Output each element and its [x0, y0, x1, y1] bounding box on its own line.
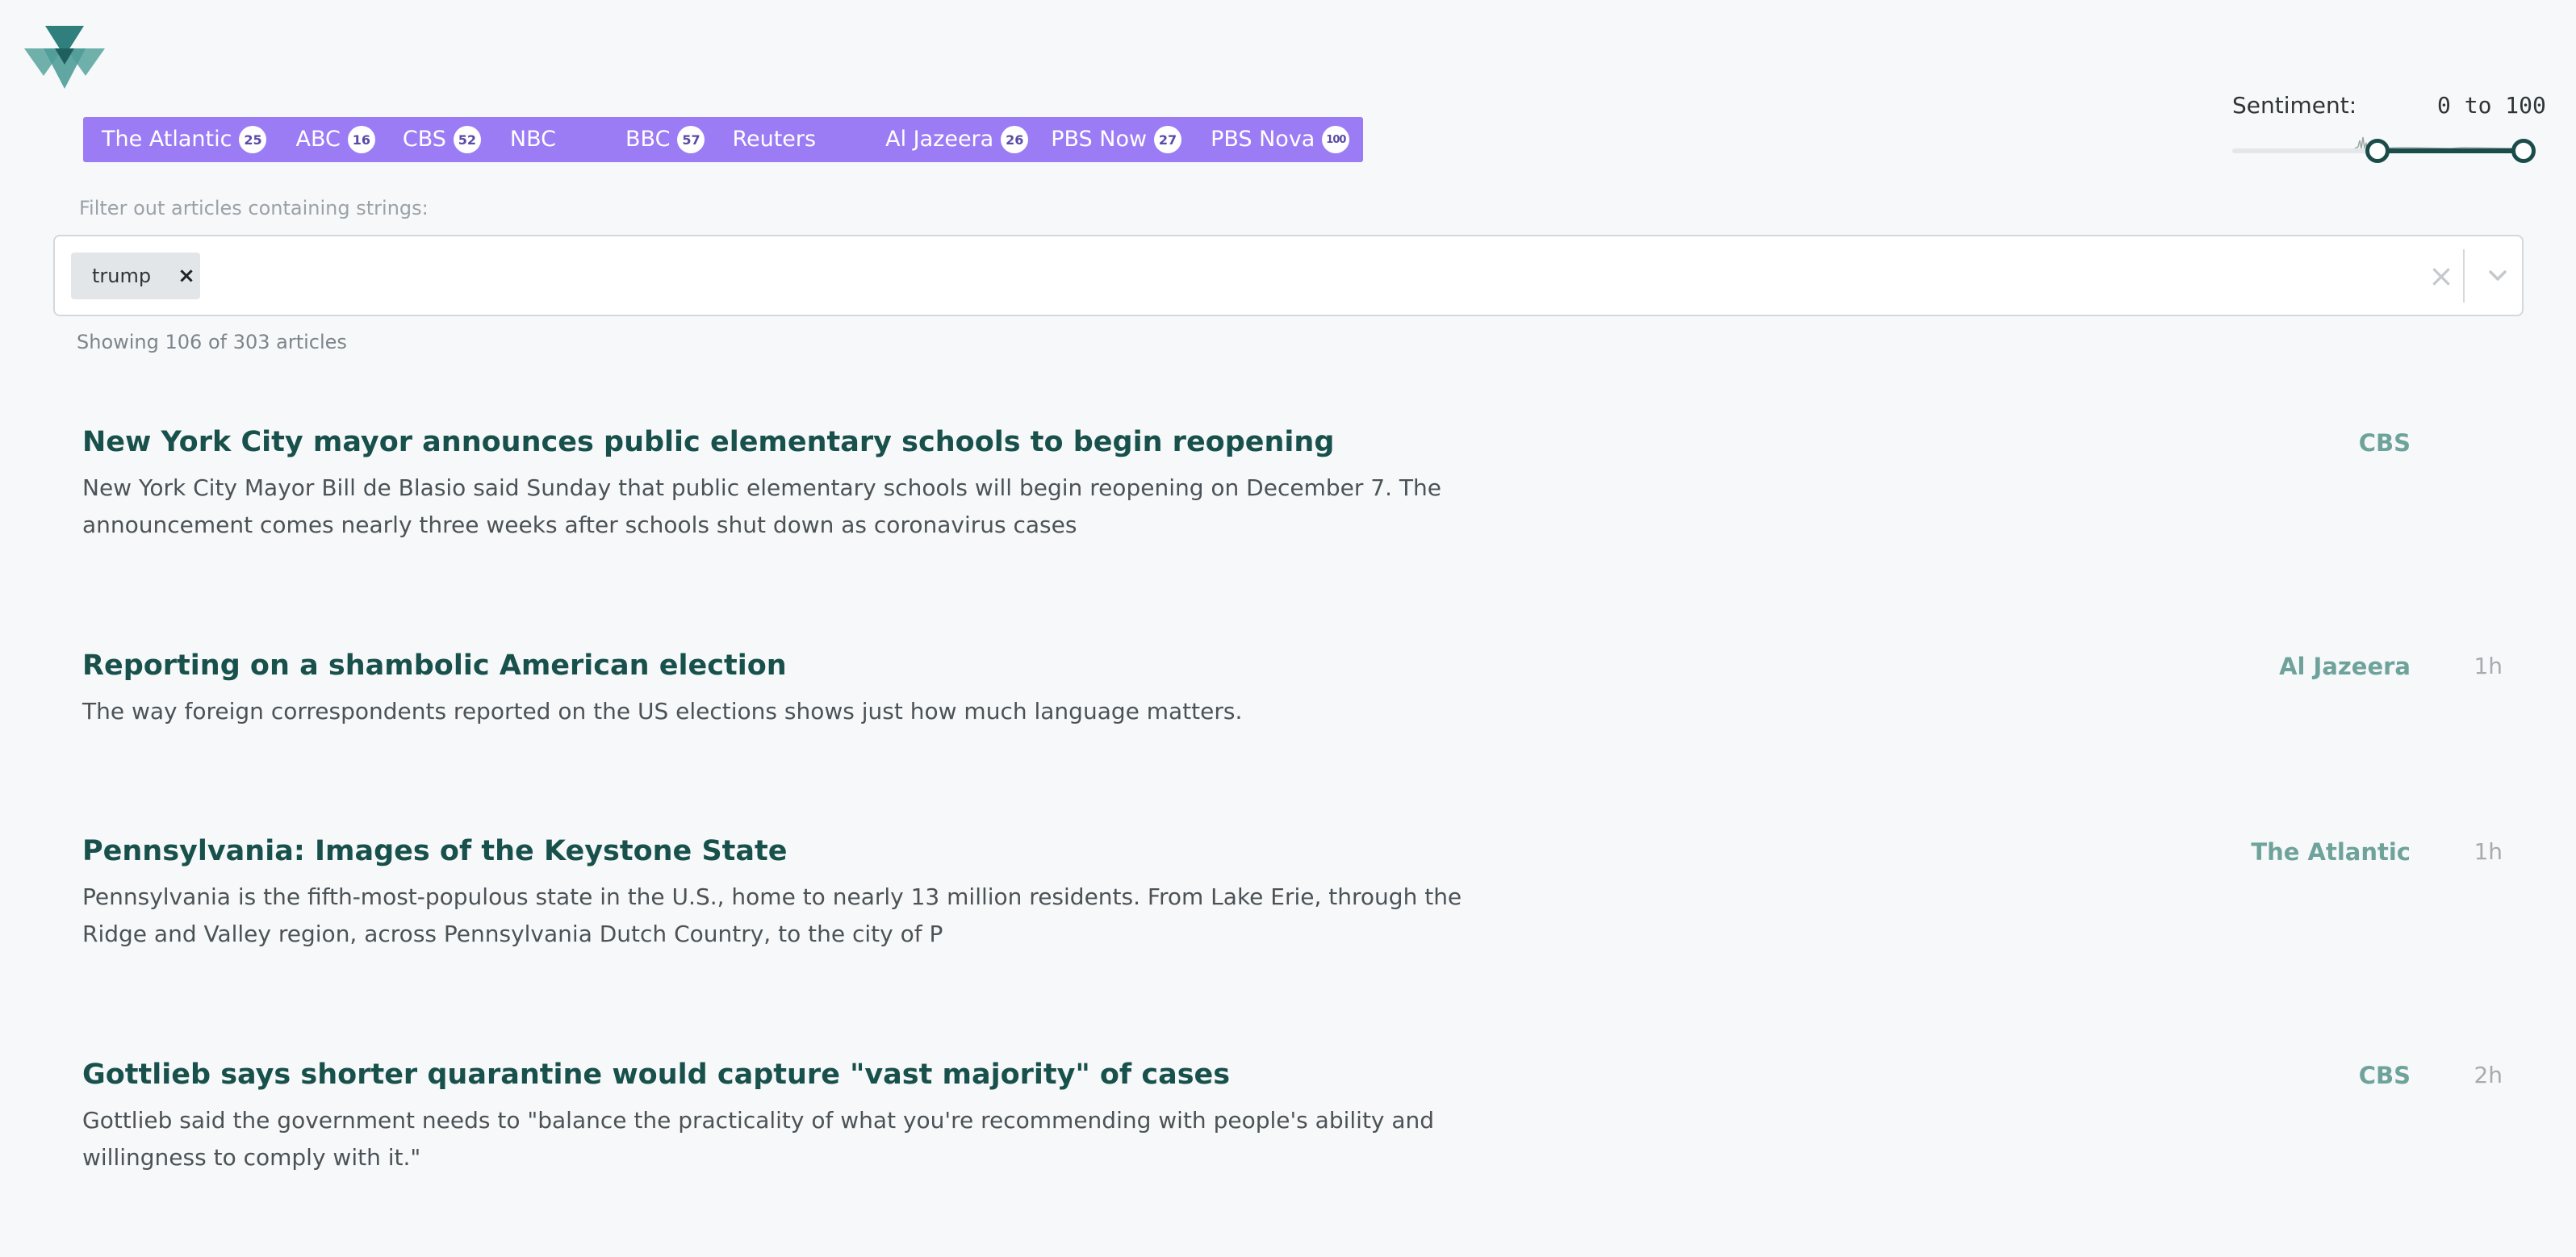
source-name: Reuters: [732, 127, 817, 152]
slider-high-handle[interactable]: [2511, 139, 2536, 163]
source-toggle-nbc[interactable]: NBC: [510, 117, 556, 162]
source-name: BBC: [625, 127, 671, 152]
article-summary: Pennsylvania is the fifth-most-populous …: [82, 883, 1462, 947]
source-count-badge: 16: [347, 126, 375, 153]
source-count-badge: 27: [1154, 126, 1182, 153]
source-name: PBS Nova: [1211, 127, 1315, 152]
article-source[interactable]: Al Jazeera: [2241, 653, 2411, 680]
source-toggle-cbs[interactable]: CBS 52: [403, 117, 481, 162]
sentiment-label: Sentiment:: [2232, 92, 2357, 119]
clear-all-icon[interactable]: ×: [2423, 257, 2460, 294]
article-time: 2h: [2474, 1062, 2503, 1088]
source-name: NBC: [509, 127, 557, 152]
source-name: The Atlantic: [102, 127, 232, 152]
article-item: Reporting on a shambolic American electi…: [82, 649, 2503, 730]
source-toggle-pbs-nova[interactable]: PBS Nova 100: [1211, 117, 1350, 162]
article-source[interactable]: CBS: [2241, 429, 2411, 457]
filter-strings-select[interactable]: trump × ×: [53, 235, 2524, 316]
article-summary: New York City Mayor Bill de Blasio said …: [82, 474, 1441, 538]
article-count: Showing 106 of 303 articles: [77, 331, 347, 353]
sentiment-range-slider[interactable]: [2232, 132, 2536, 168]
filter-label: Filter out articles containing strings:: [79, 197, 429, 219]
source-toggle-the-atlantic[interactable]: The Atlantic 25: [102, 117, 267, 162]
article-summary: The way foreign correspondents reported …: [82, 698, 1243, 725]
article-item: Pennsylvania: Images of the Keystone Sta…: [82, 835, 2503, 953]
source-toggle-reuters[interactable]: Reuters: [732, 117, 816, 162]
filter-tag: trump ×: [71, 253, 200, 299]
article-title-link[interactable]: Pennsylvania: Images of the Keystone Sta…: [82, 835, 1454, 867]
remove-tag-icon[interactable]: ×: [173, 262, 200, 290]
slider-selected-range: [2377, 148, 2521, 153]
article-summary: Gottlieb said the government needs to "b…: [82, 1107, 1435, 1171]
chevron-down-icon[interactable]: [2479, 257, 2516, 294]
source-count-badge: 100: [1322, 126, 1350, 153]
sentiment-range-value: 0 to 100: [2437, 92, 2546, 119]
source-toggle-abc[interactable]: ABC 16: [295, 117, 375, 162]
source-toggle-al-jazeera[interactable]: Al Jazeera 26: [885, 117, 1029, 162]
source-count-badge: 26: [1001, 126, 1029, 153]
slider-low-handle[interactable]: [2365, 139, 2390, 163]
article-item: Gottlieb says shorter quarantine would c…: [82, 1059, 2503, 1176]
filter-tag-label: trump: [92, 265, 152, 287]
source-name: Al Jazeera: [885, 127, 994, 152]
source-toggle-pbs-now[interactable]: PBS Now 27: [1051, 117, 1182, 162]
article-source[interactable]: CBS: [2241, 1062, 2411, 1089]
article-time: 1h: [2474, 653, 2503, 679]
article-title-link[interactable]: Gottlieb says shorter quarantine would c…: [82, 1059, 1454, 1091]
article-time: 1h: [2474, 838, 2503, 865]
source-count-badge: 25: [239, 126, 267, 153]
triangle-logo-icon[interactable]: [24, 26, 105, 90]
source-filter-bar: The Atlantic 25 ABC 16 CBS 52 NBC BBC 57…: [83, 117, 1363, 162]
source-name: ABC: [295, 127, 341, 152]
indicator-separator: [2463, 249, 2465, 303]
source-toggle-bbc[interactable]: BBC 57: [625, 117, 705, 162]
article-source[interactable]: The Atlantic: [2241, 838, 2411, 866]
source-count-badge: 57: [677, 126, 705, 153]
source-name: PBS Now: [1051, 127, 1148, 152]
article-title-link[interactable]: Reporting on a shambolic American electi…: [82, 649, 1454, 682]
source-count-badge: 52: [453, 126, 481, 153]
article-title-link[interactable]: New York City mayor announces public ele…: [82, 426, 1454, 458]
source-name: CBS: [402, 127, 446, 152]
article-item: New York City mayor announces public ele…: [82, 426, 2503, 544]
